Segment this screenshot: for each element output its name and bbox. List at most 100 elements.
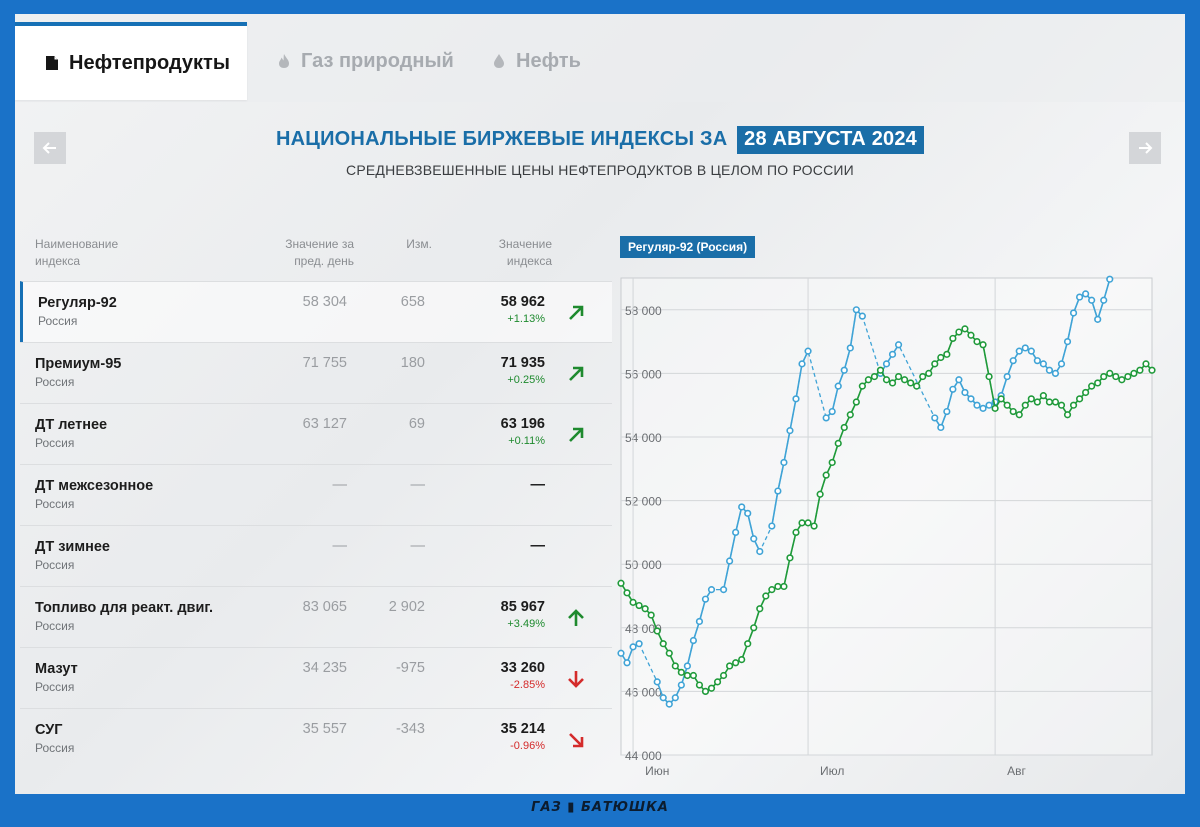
y-tick-label: 52 000	[625, 495, 662, 509]
data-point	[695, 681, 704, 689]
data-point	[738, 655, 746, 664]
data-point	[931, 360, 939, 368]
data-point	[907, 379, 915, 387]
data-point	[1142, 360, 1150, 368]
data-point	[804, 519, 812, 527]
data-point	[931, 414, 939, 422]
data-point	[780, 582, 788, 591]
data-point	[689, 636, 698, 645]
data-point	[719, 586, 728, 594]
data-point	[1021, 401, 1029, 409]
data-point	[816, 490, 824, 498]
data-point	[792, 528, 800, 537]
data-point	[834, 439, 842, 447]
data-point	[870, 372, 879, 381]
y-tick-label: 54 000	[625, 431, 662, 445]
data-point	[979, 341, 987, 349]
data-point	[719, 671, 728, 680]
data-point	[852, 306, 860, 314]
data-point	[1106, 275, 1114, 283]
x-tick-label: Июн	[645, 764, 669, 778]
data-point	[1094, 315, 1102, 323]
data-point	[653, 627, 661, 635]
data-point	[665, 700, 673, 708]
data-point	[677, 681, 685, 689]
data-point	[1045, 398, 1054, 406]
data-point	[973, 338, 981, 346]
data-point	[665, 649, 673, 657]
data-point	[840, 423, 848, 432]
data-point	[882, 376, 891, 384]
data-point	[738, 503, 746, 511]
data-point	[1063, 338, 1072, 346]
y-tick-label: 46 000	[625, 685, 662, 699]
data-point	[768, 522, 776, 530]
data-point	[949, 334, 957, 343]
data-point	[1148, 366, 1156, 374]
data-point	[828, 458, 836, 467]
data-point	[1112, 372, 1120, 381]
data-point	[1009, 407, 1017, 416]
data-point	[1051, 398, 1060, 406]
data-point	[1100, 296, 1108, 304]
data-point	[629, 598, 637, 606]
data-point	[894, 341, 903, 349]
data-point	[798, 519, 806, 527]
data-point	[1106, 369, 1114, 378]
data-point	[852, 398, 860, 406]
data-point	[792, 395, 800, 403]
data-point	[744, 640, 752, 648]
data-point	[967, 331, 975, 339]
data-point	[1118, 376, 1126, 384]
data-point	[617, 649, 625, 657]
data-point	[991, 404, 999, 412]
data-point	[1094, 379, 1102, 387]
data-point	[901, 376, 909, 384]
data-point	[671, 662, 679, 670]
data-point	[780, 458, 788, 467]
data-point	[689, 671, 698, 680]
data-point	[701, 595, 710, 603]
data-point	[713, 678, 722, 686]
data-point	[786, 554, 794, 562]
data-point	[707, 586, 716, 594]
data-point	[732, 659, 740, 667]
data-point	[617, 579, 625, 587]
data-point	[1057, 401, 1066, 409]
data-point	[1021, 344, 1029, 352]
data-point	[659, 694, 667, 702]
data-point	[623, 659, 631, 667]
data-point	[888, 350, 897, 358]
data-point	[641, 605, 649, 613]
data-point	[846, 411, 854, 419]
y-tick-label: 44 000	[625, 749, 662, 763]
data-point	[1082, 290, 1090, 298]
data-point	[1009, 357, 1017, 365]
data-point	[822, 414, 830, 422]
data-point	[864, 376, 872, 384]
data-point	[623, 589, 631, 597]
data-point	[858, 312, 866, 320]
data-point	[744, 509, 752, 517]
data-point	[985, 401, 993, 409]
data-point	[786, 427, 794, 435]
data-point	[913, 382, 921, 390]
data-point	[774, 582, 782, 591]
data-point	[1033, 357, 1041, 365]
data-point	[1051, 369, 1060, 378]
data-point	[647, 611, 655, 619]
data-point	[1033, 398, 1041, 406]
data-point	[768, 586, 776, 594]
data-point	[943, 350, 951, 358]
data-point	[955, 376, 963, 384]
data-point	[695, 617, 704, 626]
y-tick-label: 56 000	[625, 367, 662, 381]
data-point	[919, 372, 927, 381]
data-point	[1039, 360, 1047, 368]
data-point	[961, 325, 969, 333]
x-tick-label: Авг	[1007, 764, 1026, 778]
data-point	[1088, 296, 1096, 304]
data-point	[810, 522, 818, 530]
data-point	[701, 687, 710, 696]
data-point	[659, 640, 667, 648]
